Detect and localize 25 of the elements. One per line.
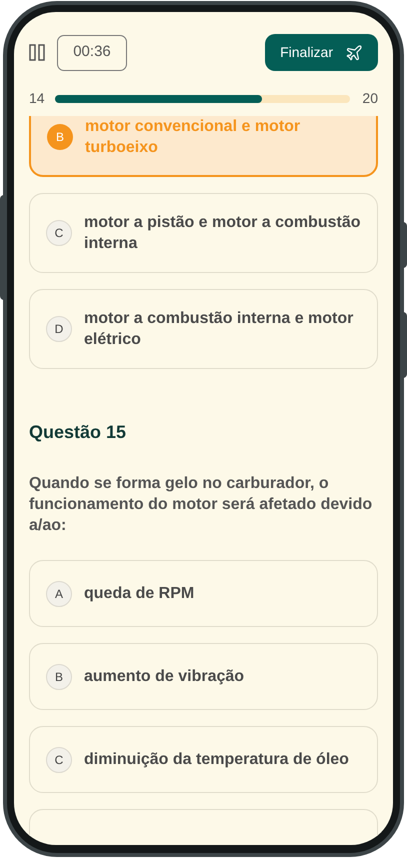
answer-option[interactable]: A queda de RPM: [29, 560, 378, 627]
option-letter: B: [47, 124, 73, 150]
option-letter: A: [46, 580, 72, 606]
question-text: Quando se forma gelo no carburador, o funcionamento do motor será afetado devido a/ao:: [28, 474, 374, 536]
answer-option[interactable]: C diminuição da temperatura de óleo: [29, 726, 378, 793]
option-letter: D: [46, 316, 72, 342]
option-text: aumento de vibração: [84, 667, 244, 687]
airplane-icon: [345, 44, 363, 62]
answer-option[interactable]: D motor a combustão interna e motor elétrico: [29, 289, 378, 369]
timer: 00:36: [57, 34, 127, 70]
answer-option[interactable]: B aumento de vibração: [29, 643, 378, 710]
answer-option[interactable]: C motor a pistão e motor a combustão interna: [29, 193, 378, 273]
option-letter: C: [46, 220, 72, 246]
option-text: motor a pistão e motor a combustão interna: [84, 213, 361, 254]
option-text: motor a combustão interna e motor elétrico: [84, 309, 354, 350]
option-letter: C: [46, 746, 72, 772]
option-text: motor convencional e motor turboeixo: [85, 117, 302, 158]
question-title: Questão 15: [28, 421, 128, 444]
option-letter: B: [46, 664, 72, 690]
option-text: queda de RPM: [84, 584, 194, 604]
progress-end: 20: [361, 89, 378, 108]
finish-button[interactable]: Finalizar: [265, 34, 378, 71]
pause-icon[interactable]: [29, 44, 45, 61]
progress-start: 14: [29, 89, 46, 108]
option-text: diminuição da temperatura de óleo: [84, 750, 349, 770]
